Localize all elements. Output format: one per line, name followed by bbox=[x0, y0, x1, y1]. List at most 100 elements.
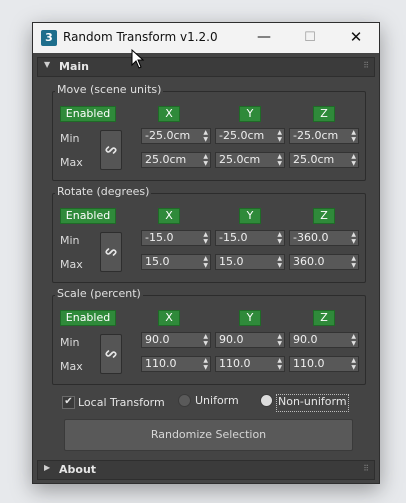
spinner-arrows-icon[interactable]: ▲ ▼ bbox=[351, 231, 356, 245]
rollout-about-header[interactable]: ▶ About ⠿ bbox=[37, 460, 375, 480]
spinner-arrows-icon[interactable]: ▲ ▼ bbox=[277, 255, 282, 269]
local-transform-label[interactable]: Local Transform bbox=[78, 396, 165, 412]
move-max-y-spinner[interactable]: 25.0cm ▲ ▼ bbox=[215, 152, 285, 168]
move-max-label: Max bbox=[60, 156, 83, 169]
rotate-max-label: Max bbox=[60, 258, 83, 271]
expand-arrow-icon: ▶ bbox=[44, 463, 51, 472]
move-enabled-toggle[interactable]: Enabled bbox=[60, 106, 116, 122]
scale-min-label: Min bbox=[60, 336, 80, 349]
rotate-y-toggle[interactable]: Y bbox=[239, 208, 261, 224]
scale-link-button[interactable] bbox=[100, 334, 122, 374]
3dsmax-app-icon: 3 bbox=[41, 30, 57, 46]
rotate-min-label: Min bbox=[60, 234, 80, 247]
scale-min-x-spinner[interactable]: 90.0 ▲ ▼ bbox=[141, 332, 211, 348]
spinner-arrows-icon[interactable]: ▲ ▼ bbox=[351, 255, 356, 269]
link-chain-icon bbox=[105, 146, 117, 154]
rotate-max-x-spinner[interactable]: 15.0 ▲ ▼ bbox=[141, 254, 211, 270]
move-min-x-spinner[interactable]: -25.0cm ▲ ▼ bbox=[141, 128, 211, 144]
close-button[interactable]: ✕ bbox=[333, 23, 379, 53]
randomize-selection-button[interactable]: Randomize Selection bbox=[64, 419, 353, 451]
spinner-value: 15.0 bbox=[145, 255, 170, 268]
spinner-arrows-icon[interactable]: ▲ ▼ bbox=[277, 333, 282, 347]
rotate-max-y-spinner[interactable]: 15.0 ▲ ▼ bbox=[215, 254, 285, 270]
scale-max-z-spinner[interactable]: 110.0 ▲ ▼ bbox=[289, 356, 359, 372]
scale-max-y-spinner[interactable]: 110.0 ▲ ▼ bbox=[215, 356, 285, 372]
move-x-toggle[interactable]: X bbox=[158, 106, 180, 122]
spinner-arrows-icon[interactable]: ▲ ▼ bbox=[351, 153, 356, 167]
spinner-arrows-icon[interactable]: ▲ ▼ bbox=[277, 129, 282, 143]
rotate-min-z-spinner[interactable]: -360.0 ▲ ▼ bbox=[289, 230, 359, 246]
spinner-arrows-icon[interactable]: ▲ ▼ bbox=[351, 357, 356, 371]
collapse-arrow-icon: ▼ bbox=[44, 60, 51, 69]
spinner-value: -15.0 bbox=[145, 231, 174, 244]
rotate-x-toggle[interactable]: X bbox=[158, 208, 180, 224]
spinner-arrows-icon[interactable]: ▲ ▼ bbox=[351, 333, 356, 347]
rollout-main-header[interactable]: ▼ Main ⠿ bbox=[37, 57, 375, 77]
uniform-radio[interactable] bbox=[178, 394, 191, 407]
spinner-value: 360.0 bbox=[293, 255, 325, 268]
rotate-z-toggle[interactable]: Z bbox=[313, 208, 335, 224]
minimize-button[interactable]: — bbox=[241, 23, 287, 53]
spinner-arrows-icon[interactable]: ▲ ▼ bbox=[277, 153, 282, 167]
move-min-y-spinner[interactable]: -25.0cm ▲ ▼ bbox=[215, 128, 285, 144]
non-uniform-label[interactable]: Non-uniform bbox=[276, 394, 349, 412]
link-chain-icon bbox=[105, 248, 117, 256]
scale-group: Scale (percent) Enabled X Y Z Min Max 90… bbox=[52, 287, 366, 385]
spinner-arrows-icon[interactable]: ▲ ▼ bbox=[203, 129, 208, 143]
local-transform-checkbox[interactable]: ✔ bbox=[62, 396, 75, 409]
spinner-arrows-icon[interactable]: ▲ ▼ bbox=[203, 153, 208, 167]
rotate-max-z-spinner[interactable]: 360.0 ▲ ▼ bbox=[289, 254, 359, 270]
rotate-group: Rotate (degrees) Enabled X Y Z Min Max -… bbox=[52, 185, 366, 283]
spinner-value: 110.0 bbox=[219, 357, 251, 370]
rotate-link-button[interactable] bbox=[100, 232, 122, 272]
scale-z-toggle[interactable]: Z bbox=[313, 310, 335, 326]
spinner-value: 15.0 bbox=[219, 255, 244, 268]
spinner-value: -15.0 bbox=[219, 231, 248, 244]
spinner-arrows-icon[interactable]: ▲ ▼ bbox=[203, 357, 208, 371]
scale-max-x-spinner[interactable]: 110.0 ▲ ▼ bbox=[141, 356, 211, 372]
scale-group-title: Scale (percent) bbox=[55, 287, 143, 300]
spinner-arrows-icon[interactable]: ▲ ▼ bbox=[277, 357, 282, 371]
move-group-title: Move (scene units) bbox=[55, 83, 164, 96]
move-y-toggle[interactable]: Y bbox=[239, 106, 261, 122]
spinner-value: 90.0 bbox=[219, 333, 244, 346]
move-max-x-spinner[interactable]: 25.0cm ▲ ▼ bbox=[141, 152, 211, 168]
move-link-button[interactable] bbox=[100, 130, 122, 170]
move-group: Move (scene units) Enabled X Y Z Min Max… bbox=[52, 83, 366, 181]
spinner-arrows-icon[interactable]: ▲ ▼ bbox=[277, 231, 282, 245]
scale-max-label: Max bbox=[60, 360, 83, 373]
rollout-about-label: About bbox=[59, 463, 97, 476]
scale-x-toggle[interactable]: X bbox=[158, 310, 180, 326]
rotate-min-x-spinner[interactable]: -15.0 ▲ ▼ bbox=[141, 230, 211, 246]
move-min-label: Min bbox=[60, 132, 80, 145]
spinner-value: -25.0cm bbox=[219, 129, 265, 142]
move-z-toggle[interactable]: Z bbox=[313, 106, 335, 122]
spinner-arrows-icon[interactable]: ▲ ▼ bbox=[203, 255, 208, 269]
scale-enabled-toggle[interactable]: Enabled bbox=[60, 310, 116, 326]
rotate-enabled-toggle[interactable]: Enabled bbox=[60, 208, 116, 224]
maximize-button[interactable]: ☐ bbox=[287, 23, 333, 53]
link-chain-icon bbox=[105, 350, 117, 358]
spinner-arrows-icon[interactable]: ▲ ▼ bbox=[351, 129, 356, 143]
drag-grip-icon[interactable]: ⠿ bbox=[363, 464, 369, 473]
rotate-min-y-spinner[interactable]: -15.0 ▲ ▼ bbox=[215, 230, 285, 246]
window-title: Random Transform v1.2.0 bbox=[63, 30, 218, 44]
spinner-value: 110.0 bbox=[293, 357, 325, 370]
spinner-value: -360.0 bbox=[293, 231, 329, 244]
non-uniform-radio[interactable] bbox=[260, 394, 273, 407]
spinner-arrows-icon[interactable]: ▲ ▼ bbox=[203, 231, 208, 245]
random-transform-window: 3 Random Transform v1.2.0 — ☐ ✕ ▼ Main ⠿… bbox=[32, 22, 380, 484]
spinner-value: 90.0 bbox=[293, 333, 318, 346]
scale-y-toggle[interactable]: Y bbox=[239, 310, 261, 326]
spinner-arrows-icon[interactable]: ▲ ▼ bbox=[203, 333, 208, 347]
rotate-group-title: Rotate (degrees) bbox=[55, 185, 152, 198]
move-max-z-spinner[interactable]: 25.0cm ▲ ▼ bbox=[289, 152, 359, 168]
move-min-z-spinner[interactable]: -25.0cm ▲ ▼ bbox=[289, 128, 359, 144]
spinner-value: 25.0cm bbox=[145, 153, 187, 166]
scale-min-z-spinner[interactable]: 90.0 ▲ ▼ bbox=[289, 332, 359, 348]
uniform-label[interactable]: Uniform bbox=[195, 394, 239, 410]
drag-grip-icon[interactable]: ⠿ bbox=[363, 61, 369, 70]
scale-min-y-spinner[interactable]: 90.0 ▲ ▼ bbox=[215, 332, 285, 348]
spinner-value: 110.0 bbox=[145, 357, 177, 370]
title-bar[interactable]: 3 Random Transform v1.2.0 — ☐ ✕ bbox=[33, 23, 379, 53]
